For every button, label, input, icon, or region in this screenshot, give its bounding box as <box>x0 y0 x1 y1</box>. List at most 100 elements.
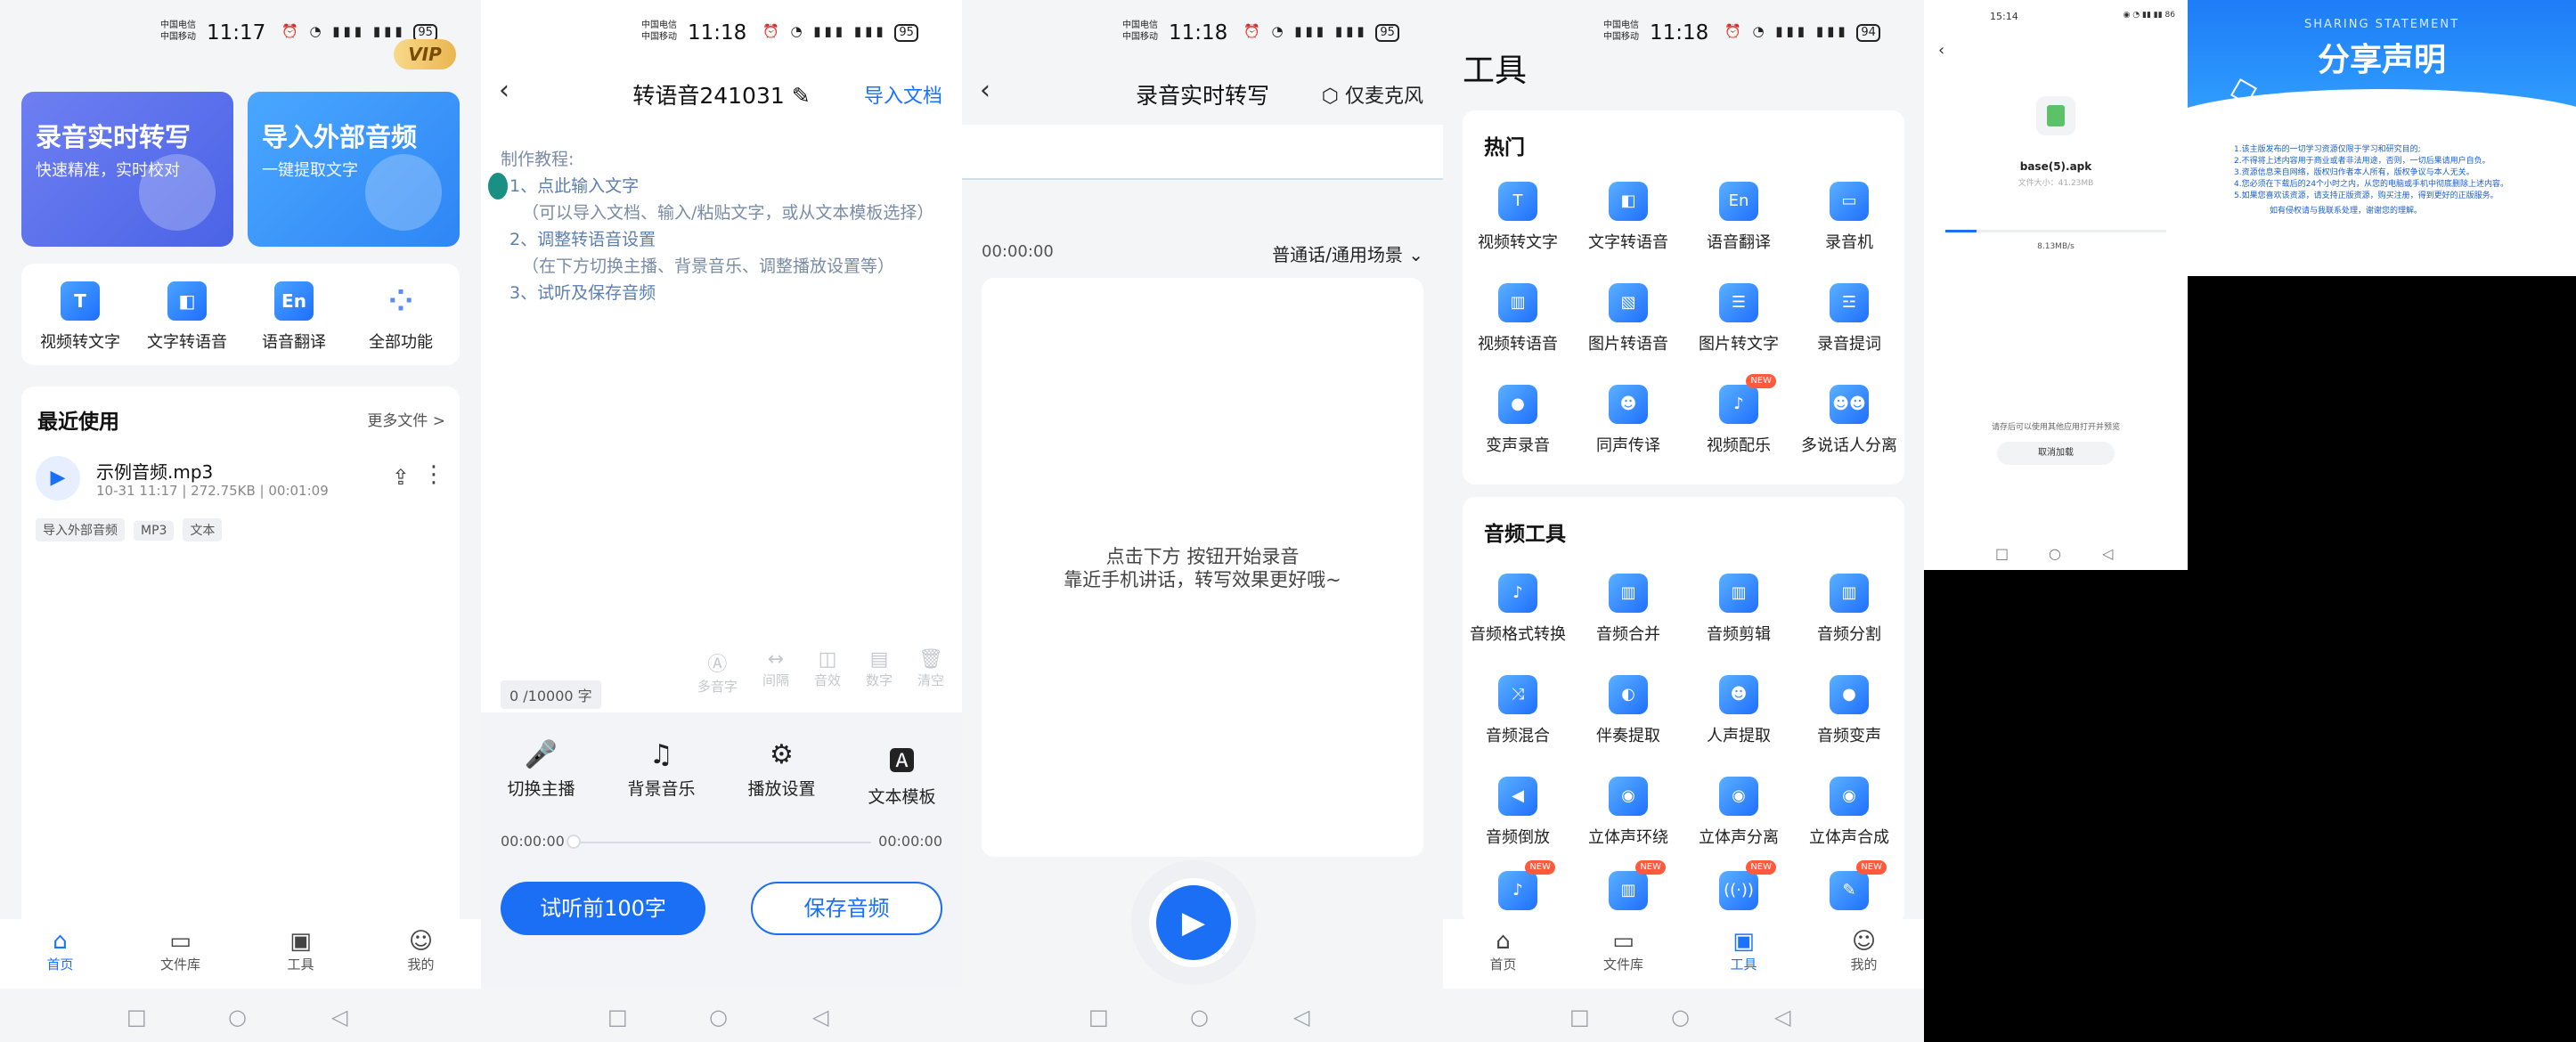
switch-voice-button[interactable]: 🎤 切换主播 <box>481 739 601 800</box>
tool-stereo-surround[interactable]: ◉ 立体声环绕 <box>1573 777 1683 848</box>
tool-voice-changer-record[interactable]: ● 变声录音 <box>1463 385 1573 456</box>
tool-video-to-audio[interactable]: ▥ 视频转语音 <box>1463 283 1573 354</box>
more-files-link[interactable]: 更多文件 > <box>367 408 445 430</box>
tool-audio-merge[interactable]: ▥ 音频合并 <box>1573 574 1683 645</box>
tool-video-to-text[interactable]: T 视频转文字 <box>1463 182 1573 253</box>
home-circle-icon[interactable]: ○ <box>1190 1005 1209 1030</box>
back-icon[interactable]: ‹ <box>1938 41 1944 60</box>
listen-preview-button[interactable]: 试听前100字 <box>501 882 705 935</box>
import-document-button[interactable]: 导入文档 <box>864 80 942 109</box>
tool-audio-mix[interactable]: ⤨ 音频混合 <box>1463 675 1573 746</box>
text-to-speech-button[interactable]: ◧ 文字转语音 <box>134 281 240 353</box>
carrier-label: 中国电信 中国移动 <box>1122 20 1158 42</box>
playback-settings-button[interactable]: ⚙ 播放设置 <box>721 739 842 800</box>
cursor-drop-icon[interactable] <box>488 173 508 199</box>
tool-voice-translate[interactable]: En 语音翻译 <box>1683 182 1794 253</box>
tool-image-to-text[interactable]: ☰ 图片转文字 <box>1683 283 1794 354</box>
mic-only-toggle[interactable]: ⬡ 仅麦克风 <box>1322 80 1423 109</box>
back-triangle-icon[interactable]: ◁ <box>1774 1005 1790 1030</box>
tool-audio-cut[interactable]: ▥ 音频剪辑 <box>1683 574 1794 645</box>
recents-icon[interactable]: □ <box>607 1005 628 1030</box>
progress-handle[interactable] <box>567 834 581 849</box>
tool-audio-split[interactable]: ▥ 音频分割 <box>1794 574 1904 645</box>
back-triangle-icon[interactable]: ◁ <box>331 1005 347 1030</box>
recents-icon[interactable]: □ <box>1088 1005 1109 1030</box>
apk-file-icon <box>2036 96 2075 135</box>
interval-button[interactable]: ↔ 间隔 <box>762 648 789 696</box>
split-icon: ▥ <box>1830 574 1869 613</box>
home-circle-icon[interactable]: ○ <box>2049 545 2061 562</box>
tool-text-to-speech[interactable]: ◧ 文字转语音 <box>1573 182 1683 253</box>
home-circle-icon[interactable]: ○ <box>1671 1005 1690 1030</box>
home-screen: 中国电信 中国移动 11:17 ⏰ ◔ ▮▮▮ ▮▮▮ 95 VIP 录音实时转写… <box>0 0 481 1042</box>
play-icon[interactable]: ▶ <box>36 456 80 501</box>
tab-tools[interactable]: ▣ 工具 <box>1683 919 1804 989</box>
share-icon[interactable]: ⇪ <box>392 465 410 490</box>
vip-badge[interactable]: VIP <box>394 39 456 69</box>
tool-accompaniment-extract[interactable]: ◐ 伴奏提取 <box>1573 675 1683 746</box>
tool-new-4[interactable]: ✎ NEW <box>1794 860 1904 919</box>
polyphone-button[interactable]: Ⓐ 多音字 <box>697 648 738 696</box>
sound-effect-button[interactable]: ◫ 音效 <box>814 648 841 696</box>
tab-files[interactable]: ▭ 文件库 <box>1563 919 1683 989</box>
tool-stereo-compose[interactable]: ◉ 立体声合成 <box>1794 777 1904 848</box>
all-features-button[interactable]: ⁘ 全部功能 <box>347 281 454 353</box>
tool-new-3[interactable]: ((·)) NEW <box>1683 860 1794 919</box>
clear-button[interactable]: 🗑 清空 <box>917 648 944 696</box>
tool-stereo-separate[interactable]: ◉ 立体声分离 <box>1683 777 1794 848</box>
speakers-icon: ☻☻ <box>1830 385 1869 424</box>
scene-select[interactable]: 普通话/通用场景 ⌄ <box>1272 240 1423 266</box>
subtitle-en: SHARING STATEMENT <box>2303 18 2460 31</box>
tool-speaker-separation[interactable]: ☻☻ 多说话人分离 <box>1794 385 1904 456</box>
tool-teleprompter[interactable]: ☲ 录音提词 <box>1794 283 1904 354</box>
tool-audio-voice-change[interactable]: ● 音频变声 <box>1794 675 1904 746</box>
tool-vocal-extract[interactable]: ☻ 人声提取 <box>1683 675 1794 746</box>
import-audio-card[interactable]: 导入外部音频 一键提取文字 <box>248 92 460 247</box>
status-bar: 中国电信 中国移动 11:18 ⏰ ◔ ▮▮▮ ▮▮▮ 94 <box>1443 20 1924 46</box>
cancel-download-button[interactable]: 取消加载 <box>1997 442 2115 465</box>
tool-image-to-audio[interactable]: ▧ 图片转语音 <box>1573 283 1683 354</box>
tool-audio-reverse[interactable]: ◀ 音频倒放 <box>1463 777 1573 848</box>
card-title: 录音实时转写 <box>36 122 192 152</box>
save-audio-button[interactable]: 保存音频 <box>751 882 942 935</box>
background-music-button[interactable]: ♫ 背景音乐 <box>601 739 721 800</box>
tool-format-convert[interactable]: ♪ 音频格式转换 <box>1463 574 1573 645</box>
recents-icon[interactable]: □ <box>1995 545 2009 562</box>
tutorial-text[interactable]: 制作教程: 1、点此输入文字 （可以导入文档、输入/粘贴文字，或从文本模板选择）… <box>501 146 933 306</box>
carrier-label: 中国电信 中国移动 <box>641 20 677 42</box>
tab-tools[interactable]: ▣ 工具 <box>240 919 361 989</box>
record-start-button[interactable]: ▶ <box>1149 878 1238 967</box>
tool-simultaneous-interpret[interactable]: ☻ 同声传译 <box>1573 385 1683 456</box>
new-badge: NEW <box>1525 860 1555 875</box>
more-menu-icon[interactable]: ⋮ <box>422 461 445 488</box>
voice-translate-button[interactable]: En 语音翻译 <box>240 281 347 353</box>
broadcast-icon: ((·)) NEW <box>1719 860 1776 910</box>
number-button[interactable]: ▤ 数字 <box>866 648 893 696</box>
elapsed-time: 00:00:00 <box>982 242 1054 261</box>
tool-recorder[interactable]: ▭ 录音机 <box>1794 182 1904 253</box>
home-circle-icon[interactable]: ○ <box>709 1005 728 1030</box>
quick-actions: T 视频转文字 ◧ 文字转语音 En 语音翻译 ⁘ 全部功能 <box>21 264 460 365</box>
tab-home[interactable]: ⌂ 首页 <box>1443 919 1563 989</box>
home-circle-icon[interactable]: ○ <box>228 1005 247 1030</box>
progress-track[interactable] <box>572 842 871 843</box>
tool-new-1[interactable]: ♪ NEW <box>1463 860 1573 919</box>
back-triangle-icon[interactable]: ◁ <box>812 1005 828 1030</box>
tab-files[interactable]: ▭ 文件库 <box>120 919 240 989</box>
tab-me[interactable]: ☺ 我的 <box>361 919 481 989</box>
tool-video-music[interactable]: ♪ NEW 视频配乐 <box>1683 374 1794 456</box>
back-triangle-icon[interactable]: ◁ <box>1293 1005 1309 1030</box>
tab-me[interactable]: ☺ 我的 <box>1804 919 1924 989</box>
video-to-text-button[interactable]: T 视频转文字 <box>27 281 134 353</box>
speaker-icon: ◉ <box>1609 777 1648 816</box>
system-nav-bar: □ ○ ◁ <box>0 989 481 1042</box>
tool-new-2[interactable]: ▥ NEW <box>1573 860 1683 919</box>
realtime-transcribe-card[interactable]: 录音实时转写 快速精准，实时校对 <box>21 92 233 247</box>
recents-icon[interactable]: □ <box>1569 1005 1590 1030</box>
image-icon: ▧ <box>1609 283 1648 322</box>
text-template-button[interactable]: 🅰 文本模板 <box>842 739 962 808</box>
back-triangle-icon[interactable]: ◁ <box>2102 545 2113 562</box>
tab-home[interactable]: ⌂ 首页 <box>0 919 120 989</box>
file-name[interactable]: 示例音频.mp3 <box>96 458 213 484</box>
recents-icon[interactable]: □ <box>126 1005 147 1030</box>
